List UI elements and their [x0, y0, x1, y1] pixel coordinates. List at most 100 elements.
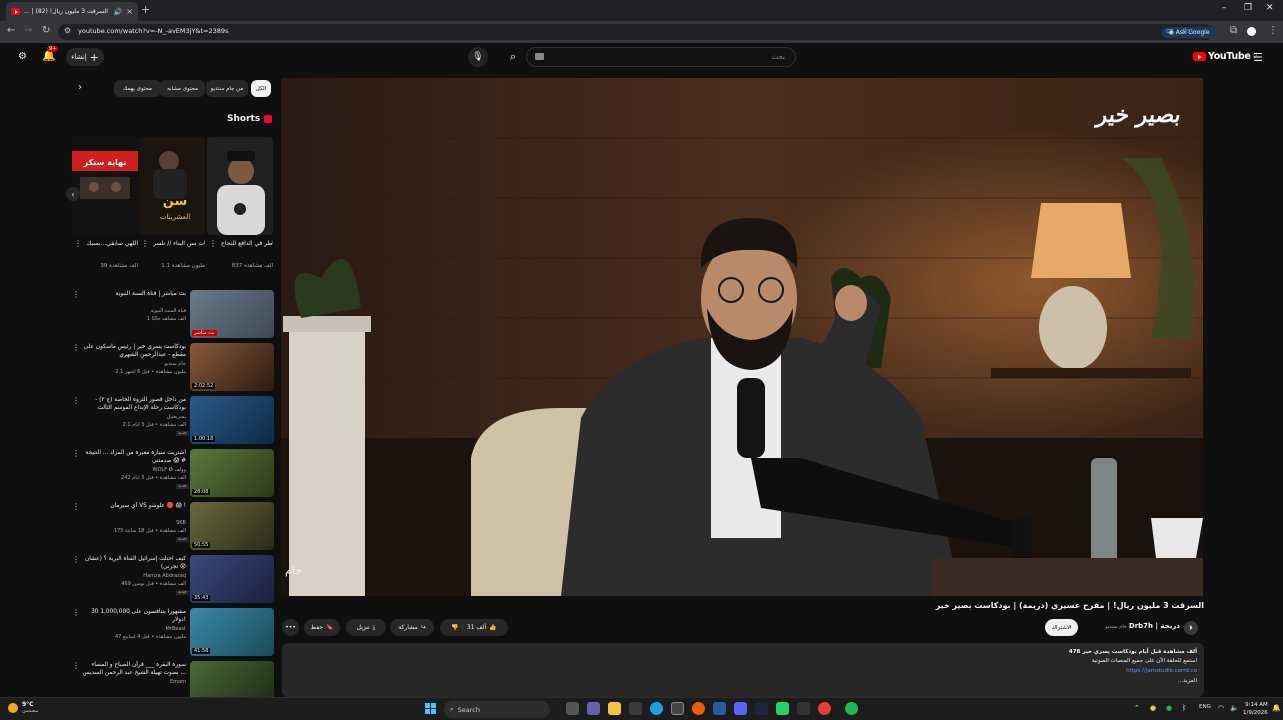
- chip-similar-content[interactable]: محتوى يهمك: [114, 80, 161, 97]
- discord-icon[interactable]: [734, 702, 747, 715]
- video-menu-icon[interactable]: ⋮: [72, 502, 80, 511]
- short-card[interactable]: ⋮ المخاطر في الدافع للنجاح 🇸🇦 ... 837 أل…: [207, 137, 273, 269]
- tab-close-icon[interactable]: ×: [126, 7, 133, 16]
- short-thumbnail[interactable]: سن العشرينات: [139, 137, 205, 235]
- forward-arrow-icon[interactable]: →: [24, 25, 32, 36]
- short-menu-icon[interactable]: ⋮: [141, 239, 149, 248]
- reload-icon[interactable]: ↻: [42, 25, 50, 36]
- short-thumbnail[interactable]: [207, 137, 273, 235]
- dislike-icon[interactable]: 👎: [451, 624, 458, 631]
- video-menu-icon[interactable]: ⋮: [72, 555, 80, 564]
- video-description[interactable]: 478 ألف مشاهدة قبل أيام بودكاست يسري خير…: [282, 643, 1204, 697]
- task-view-icon[interactable]: [566, 702, 579, 715]
- video-menu-icon[interactable]: ⋮: [72, 608, 80, 617]
- youtube-logo[interactable]: YouTube SA: [1193, 51, 1258, 62]
- tray-overflow-icon[interactable]: ⌃: [1134, 704, 1140, 712]
- video-thumbnail[interactable]: بث مباشر: [190, 290, 274, 338]
- firefox-icon[interactable]: [692, 702, 705, 715]
- chrome-icon[interactable]: [671, 702, 684, 715]
- video-thumbnail[interactable]: 2:02:52: [190, 343, 274, 391]
- video-player[interactable]: بصير خير جام: [281, 78, 1203, 596]
- chip-from-channel[interactable]: من جام ستديو: [206, 80, 248, 97]
- video-menu-icon[interactable]: ⋮: [72, 661, 80, 670]
- edge-icon[interactable]: [650, 702, 663, 715]
- keyboard-icon[interactable]: [535, 53, 544, 60]
- maximize-button[interactable]: ❐: [1244, 3, 1252, 13]
- description-link[interactable]: https://jamstudio.carrd.co: [1126, 668, 1197, 674]
- weather-widget[interactable]: 9°C مشمس: [8, 701, 38, 715]
- video-thumbnail[interactable]: 35:43: [190, 555, 274, 603]
- notifications-bell-icon[interactable]: 🔔 9+: [42, 46, 59, 62]
- recommended-video-card[interactable]: ⋮ 1:00:18 من داخل قصور الثروة الخاصة (ج ٢)…: [70, 396, 274, 448]
- short-card[interactable]: نهاية سنكر ⋮ اللهي سابقي...بسبك 39 ألف م…: [72, 137, 138, 269]
- volume-icon[interactable]: 🔈: [1230, 704, 1239, 712]
- video-thumbnail[interactable]: 1:00:18: [190, 396, 274, 444]
- search-input[interactable]: بحث: [526, 47, 796, 67]
- chip-all[interactable]: الكل: [251, 80, 271, 97]
- profile-avatar-icon[interactable]: [1247, 27, 1256, 36]
- spotify-icon[interactable]: [845, 702, 858, 715]
- notifications-icon[interactable]: 🔔: [1272, 704, 1281, 712]
- video-thumbnail[interactable]: 41:58: [190, 608, 274, 656]
- language-indicator[interactable]: ENG: [1199, 704, 1211, 710]
- short-card[interactable]: سن العشرينات ⋮ العشرينات سن البناء // تل…: [139, 137, 205, 269]
- file-explorer-icon[interactable]: [608, 702, 621, 715]
- shorts-prev-arrow-icon[interactable]: ‹: [66, 187, 80, 201]
- share-button[interactable]: مشاركة ↪: [390, 619, 434, 636]
- video-menu-icon[interactable]: ⋮: [72, 396, 80, 405]
- address-bar[interactable]: ⚙ youtube.com/watch?v=-N_-avEM3jY&t=2389…: [58, 24, 1216, 40]
- teams-icon[interactable]: [587, 702, 600, 715]
- recommended-video-card[interactable]: ⋮ 2:02:52 بودكاست يسري خير | رئيس ماسكون ع…: [70, 343, 274, 395]
- voice-search-mic-icon[interactable]: 🎙: [468, 47, 488, 67]
- tray-spotify-icon[interactable]: ●: [1166, 704, 1172, 712]
- wifi-icon[interactable]: ◠: [1218, 704, 1224, 712]
- whatsapp-icon[interactable]: [776, 702, 789, 715]
- cast-icon[interactable]: ▭: [1166, 26, 1174, 35]
- bookmark-star-icon[interactable]: ☆: [1182, 26, 1189, 35]
- back-arrow-icon[interactable]: ←: [7, 25, 15, 36]
- save-button[interactable]: حفظ 🔖: [304, 619, 340, 636]
- recommended-video-card[interactable]: ⋮ 50:55 آي سيرمان VS علوشو 🔴 😱 ! SKB 175 ألف…: [70, 502, 274, 554]
- video-menu-icon[interactable]: ⋮: [72, 343, 80, 352]
- more-actions-button[interactable]: •••: [282, 619, 299, 636]
- subscribe-button[interactable]: الاشتراك: [1045, 619, 1078, 636]
- tray-bluetooth-icon[interactable]: ᛒ: [1182, 704, 1186, 712]
- chrome-profile-icon[interactable]: [818, 702, 831, 715]
- short-thumbnail[interactable]: نهاية سنكر: [72, 137, 138, 235]
- channel-avatar[interactable]: ⏵: [1184, 621, 1198, 635]
- video-menu-icon[interactable]: ⋮: [72, 290, 80, 299]
- channel-info[interactable]: جام ستديو Drb7h | دربحة: [1080, 622, 1180, 630]
- settings-gear-icon[interactable]: ⚙: [18, 51, 27, 62]
- recommended-video-card[interactable]: ⋮ بث مباشر بث مباشر | قناة السنة النبوية قن…: [70, 290, 274, 342]
- download-button[interactable]: تنزيل ⤓: [346, 619, 386, 636]
- new-tab-button[interactable]: +: [141, 3, 150, 16]
- app-icon[interactable]: [629, 702, 642, 715]
- start-windows-icon[interactable]: [425, 703, 436, 714]
- video-menu-icon[interactable]: ⋮: [72, 449, 80, 458]
- hamburger-menu-icon[interactable]: ☰: [1253, 51, 1263, 64]
- minimize-button[interactable]: –: [1222, 3, 1227, 13]
- chip-related[interactable]: محتوى مشابه: [160, 80, 205, 97]
- recommended-video-card[interactable]: ⋮ 28:08 اشتريت سيارة مغيرة من المزاد ... ا…: [70, 449, 274, 501]
- site-info-icon[interactable]: ⚙: [64, 26, 71, 35]
- close-window-button[interactable]: ✕: [1266, 3, 1274, 13]
- create-button[interactable]: إنشاء +: [66, 48, 104, 66]
- defender-icon[interactable]: [713, 702, 726, 715]
- short-menu-icon[interactable]: ⋮: [209, 239, 217, 248]
- short-menu-icon[interactable]: ⋮: [74, 239, 82, 248]
- browser-tab-youtube[interactable]: السرقت 3 مليون ريال! (82) | ... 🔊 ×: [6, 2, 138, 21]
- description-more[interactable]: ...المزيد: [1178, 678, 1197, 684]
- video-thumbnail[interactable]: 50:55: [190, 502, 274, 550]
- extensions-icon[interactable]: ⧉: [1230, 25, 1237, 36]
- recommended-video-card[interactable]: ⋮ 41:58 30 مشهوراً يتنافسون على 1,000,000 …: [70, 608, 274, 660]
- github-icon[interactable]: [797, 702, 810, 715]
- steam-icon[interactable]: [755, 702, 768, 715]
- search-icon[interactable]: ⌕: [500, 47, 526, 67]
- taskbar-search[interactable]: ⌕ Search: [444, 701, 550, 718]
- browser-menu-icon[interactable]: ⋮: [1268, 25, 1278, 36]
- tray-app-icon[interactable]: ●: [1150, 704, 1156, 712]
- clock[interactable]: 9:14 AM 1/9/2026: [1243, 701, 1268, 717]
- video-thumbnail[interactable]: 28:08: [190, 449, 274, 497]
- like-icon[interactable]: 👍: [489, 624, 496, 631]
- chips-next-arrow-icon[interactable]: ›: [78, 82, 82, 93]
